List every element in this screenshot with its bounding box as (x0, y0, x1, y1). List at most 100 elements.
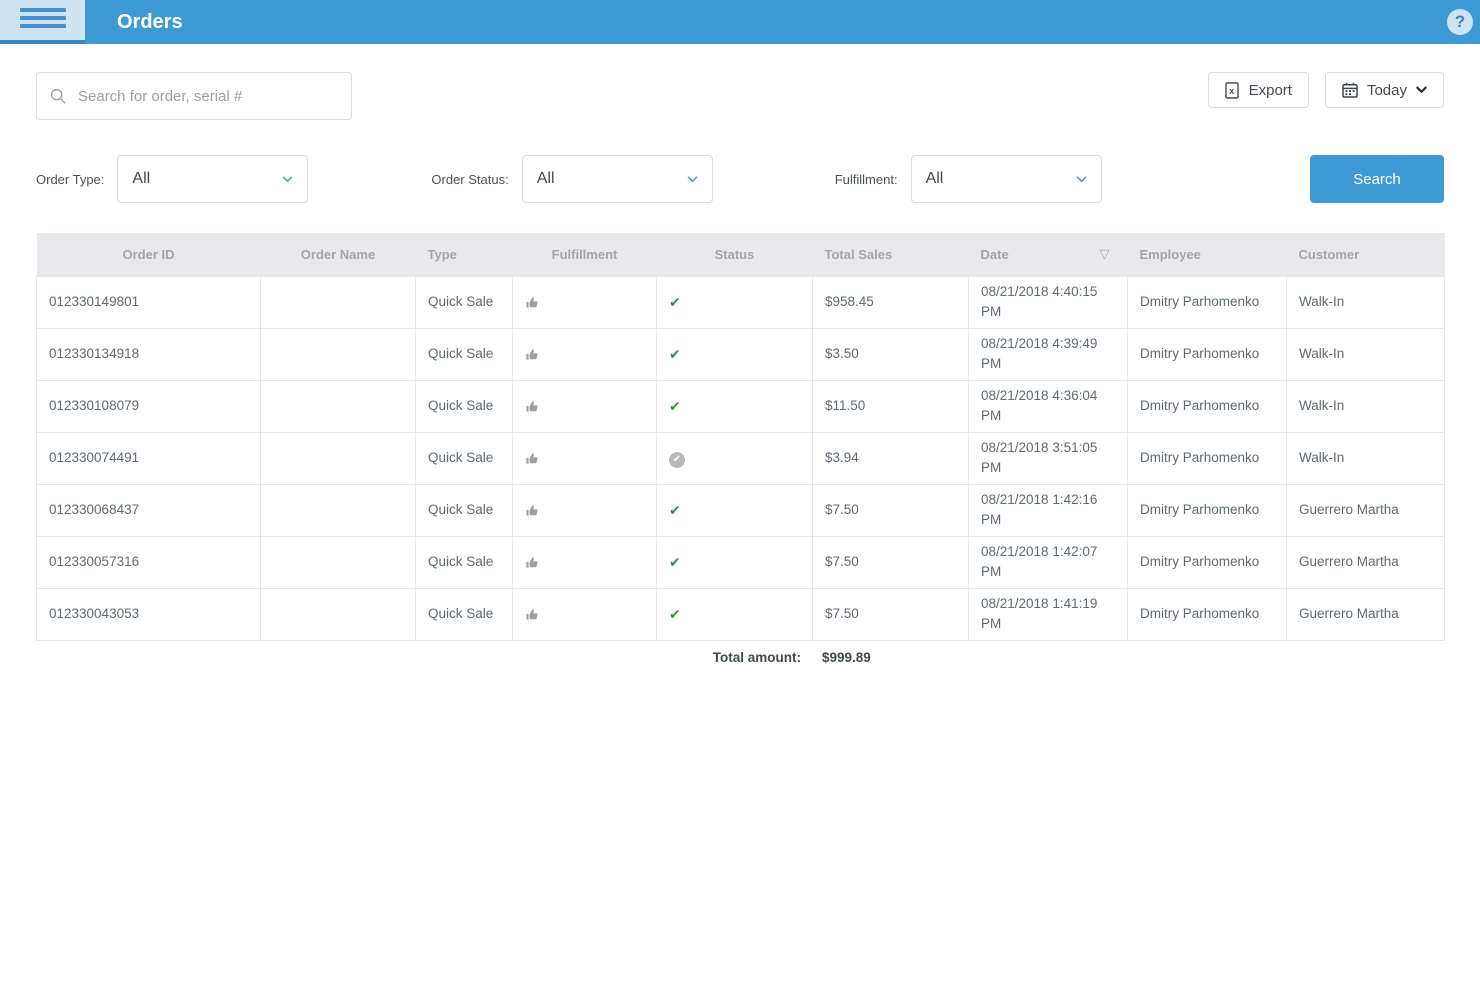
green-check-icon: ✔ (669, 293, 681, 310)
order-id-cell: 012330068437 (36, 483, 261, 537)
status-cell: ✔ (656, 327, 813, 381)
customer-cell: Walk-In (1286, 431, 1445, 485)
table-row[interactable]: 012330043053 Quick Sale ✔ $7.50 08/21/2018 1… (36, 587, 1445, 641)
thumbs-up-icon (525, 450, 540, 465)
customer-cell: Guerrero Martha (1286, 587, 1445, 641)
table-row[interactable]: 012330057316 Quick Sale ✔ $7.50 08/21/2018 1… (36, 535, 1445, 589)
date-cell: 08/21/2018 3:51:05 PM (968, 431, 1128, 485)
order-id-cell: 012330108079 (36, 379, 261, 433)
page-title: Orders (117, 11, 183, 33)
col-header-order-name[interactable]: Order Name (260, 233, 416, 276)
fulfillment-cell (512, 275, 657, 329)
customer-cell: Walk-In (1286, 275, 1445, 329)
type-cell: Quick Sale (415, 431, 513, 485)
col-header-type[interactable]: Type (415, 233, 513, 276)
status-cell: ✔ (656, 483, 813, 537)
col-header-status[interactable]: Status (656, 233, 813, 276)
app-header: Orders ? (0, 0, 1480, 44)
fulfillment-select[interactable]: All (910, 155, 1102, 203)
fulfillment-cell (512, 327, 657, 381)
total-row: Total amount: $999.89 (36, 650, 1444, 665)
thumbs-up-icon (525, 346, 540, 361)
search-button[interactable]: Search (1310, 155, 1444, 203)
order-id-cell: 012330149801 (36, 275, 261, 329)
table-row[interactable]: 012330074491 Quick Sale ✔ $3.94 08/21/2018 3… (36, 431, 1445, 485)
total-sales-cell: $958.45 (812, 275, 969, 329)
table-row[interactable]: 012330149801 Quick Sale ✔ $958.45 08/21/2018… (36, 275, 1445, 329)
table-row[interactable]: 012330108079 Quick Sale ✔ $11.50 08/21/2018 … (36, 379, 1445, 433)
status-cell: ✔ (656, 431, 813, 485)
export-label: Export (1248, 81, 1292, 99)
total-sales-cell: $7.50 (812, 535, 969, 589)
date-cell: 08/21/2018 1:42:16 PM (968, 483, 1128, 537)
employee-cell: Dmitry Parhomenko (1127, 275, 1287, 329)
thumbs-up-icon (525, 554, 540, 569)
employee-cell: Dmitry Parhomenko (1127, 431, 1287, 485)
order-name-cell (260, 483, 416, 537)
table-row[interactable]: 012330134918 Quick Sale ✔ $3.50 08/21/2018 4… (36, 327, 1445, 381)
fulfillment-cell (512, 379, 657, 433)
order-status-select[interactable]: All (521, 155, 713, 203)
col-header-order-id[interactable]: Order ID (36, 233, 261, 276)
search-input[interactable] (76, 86, 339, 106)
orders-table: Order ID Order Name Type Fulfillment Sta… (36, 233, 1445, 641)
status-cell: ✔ (656, 587, 813, 641)
menu-button[interactable] (0, 0, 85, 44)
help-button[interactable]: ? (1447, 9, 1473, 35)
fulfillment-cell (512, 431, 657, 485)
total-amount-value: $999.89 (822, 649, 871, 665)
sort-descending-icon[interactable]: ▽ (1100, 246, 1110, 262)
order-type-value: All (132, 170, 151, 187)
table-row[interactable]: 012330068437 Quick Sale ✔ $7.50 08/21/2018 1… (36, 483, 1445, 537)
date-cell: 08/21/2018 1:41:19 PM (968, 587, 1128, 641)
calendar-icon (1342, 82, 1358, 98)
fulfillment-label: Fulfillment: (834, 171, 898, 187)
total-sales-cell: $3.94 (812, 431, 969, 485)
date-cell: 08/21/2018 4:36:04 PM (968, 379, 1128, 433)
col-header-employee[interactable]: Employee (1127, 233, 1287, 276)
order-name-cell (260, 275, 416, 329)
type-cell: Quick Sale (415, 327, 513, 381)
date-cell: 08/21/2018 4:40:15 PM (968, 275, 1128, 329)
chevron-down-icon (687, 175, 698, 182)
status-cell: ✔ (656, 379, 813, 433)
order-name-cell (260, 379, 416, 433)
order-name-cell (260, 535, 416, 589)
search-icon (50, 88, 66, 104)
type-cell: Quick Sale (415, 483, 513, 537)
order-name-cell (260, 587, 416, 641)
total-sales-cell: $11.50 (812, 379, 969, 433)
order-id-cell: 012330134918 (36, 327, 261, 381)
order-search[interactable] (36, 72, 352, 120)
fulfillment-cell (512, 587, 657, 641)
toolbar-right: x Export Today (1207, 72, 1444, 108)
menu-icon (19, 8, 66, 12)
order-type-select[interactable]: All (117, 155, 309, 203)
toolbar: x Export Today (0, 44, 1480, 120)
col-header-customer[interactable]: Customer (1286, 233, 1445, 276)
order-id-cell: 012330043053 (36, 587, 261, 641)
thumbs-up-icon (525, 606, 540, 621)
export-file-icon: x (1224, 81, 1239, 99)
date-range-button[interactable]: Today (1324, 72, 1444, 108)
thumbs-up-icon (525, 502, 540, 517)
svg-text:x: x (1229, 86, 1234, 96)
export-button[interactable]: x Export (1207, 72, 1309, 108)
green-check-icon: ✔ (669, 553, 681, 570)
status-cell: ✔ (656, 275, 813, 329)
thumbs-up-icon (525, 398, 540, 413)
green-check-icon: ✔ (669, 605, 681, 622)
chevron-down-icon (1076, 175, 1086, 182)
col-header-fulfillment[interactable]: Fulfillment (512, 233, 657, 276)
date-range-label: Today (1366, 81, 1407, 99)
chevron-down-icon (1416, 86, 1427, 93)
fulfillment-value: All (925, 170, 944, 187)
filters-bar: Order Type: All Order Status: All Fulfil… (0, 155, 1480, 203)
order-id-cell: 012330057316 (36, 535, 261, 589)
order-type-label: Order Type: (36, 171, 105, 187)
thumbs-up-icon (525, 294, 540, 309)
type-cell: Quick Sale (415, 275, 513, 329)
type-cell: Quick Sale (415, 379, 513, 433)
col-header-date[interactable]: Date ▽ (968, 233, 1128, 276)
col-header-total-sales[interactable]: Total Sales (812, 233, 969, 276)
